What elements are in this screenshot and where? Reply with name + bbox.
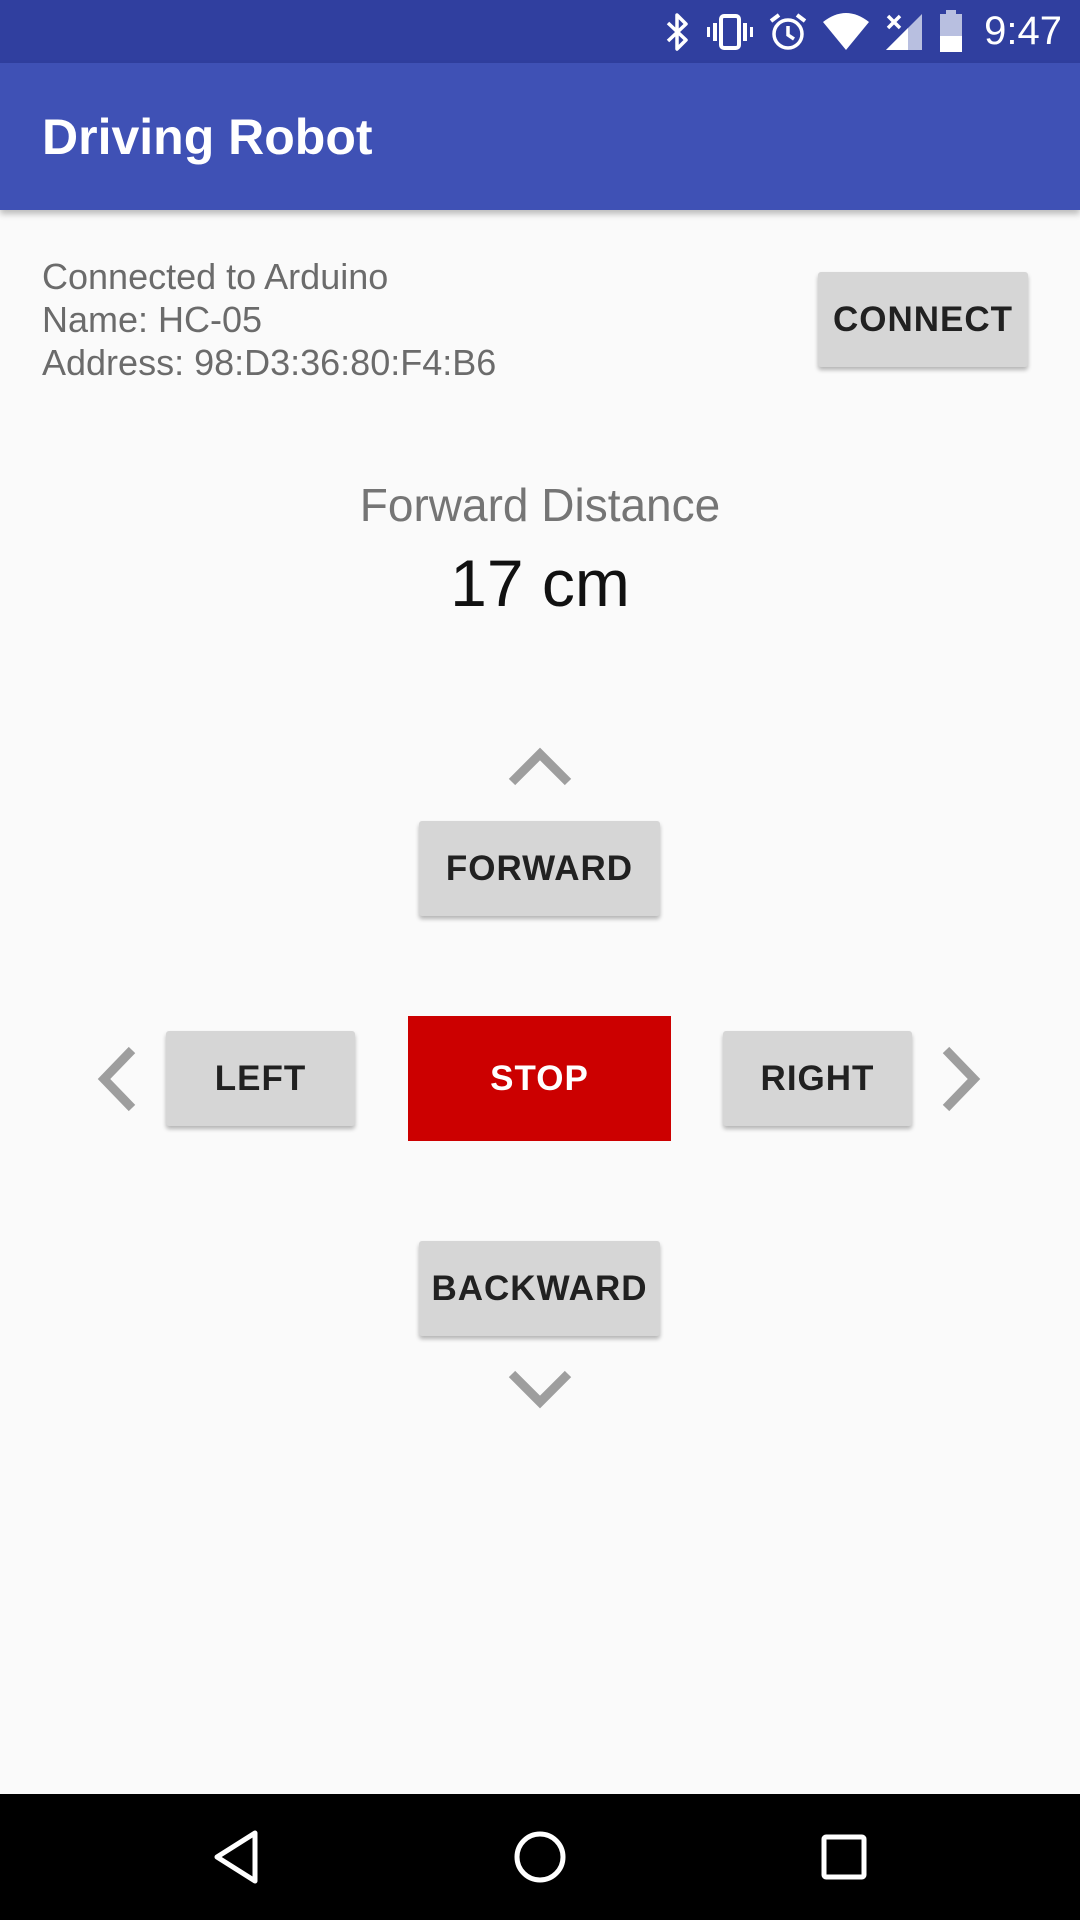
device-name: Name: HC-05 [42,299,263,340]
wifi-icon [822,12,870,52]
connection-info: Connected to Arduino Name: HC-05 Address… [42,255,496,384]
left-button[interactable]: LEFT [166,1031,355,1126]
status-bar: 9:47 [0,0,1080,63]
chevron-down-icon [508,1370,572,1410]
connection-status: Connected to Arduino [42,256,389,297]
chevron-right-icon [940,1046,984,1112]
recents-icon[interactable] [784,1794,904,1920]
app-title: Driving Robot [42,108,373,165]
stop-button[interactable]: STOP [408,1016,671,1141]
cellular-no-signal-icon [884,12,924,52]
chevron-up-icon [508,746,572,786]
chevron-left-icon [94,1046,138,1112]
alarm-icon [768,12,808,52]
backward-button[interactable]: BACKWARD [419,1241,660,1336]
distance-value: 17 cm [450,546,630,620]
status-time: 9:47 [984,9,1062,53]
back-icon[interactable] [176,1794,296,1920]
device-address: Address: 98:D3:36:80:F4:B6 [42,342,497,383]
right-button[interactable]: RIGHT [723,1031,912,1126]
connect-button[interactable]: CONNECT [818,272,1028,367]
distance-label: Forward Distance [359,479,721,531]
home-icon[interactable] [480,1794,600,1920]
app-bar: Driving Robot [0,63,1080,210]
vibrate-icon [706,12,754,52]
bluetooth-icon [664,12,692,52]
status-icons: 9:47 [664,0,1062,63]
forward-button[interactable]: FORWARD [419,821,660,916]
battery-icon [938,9,964,54]
navigation-bar [0,1794,1080,1920]
